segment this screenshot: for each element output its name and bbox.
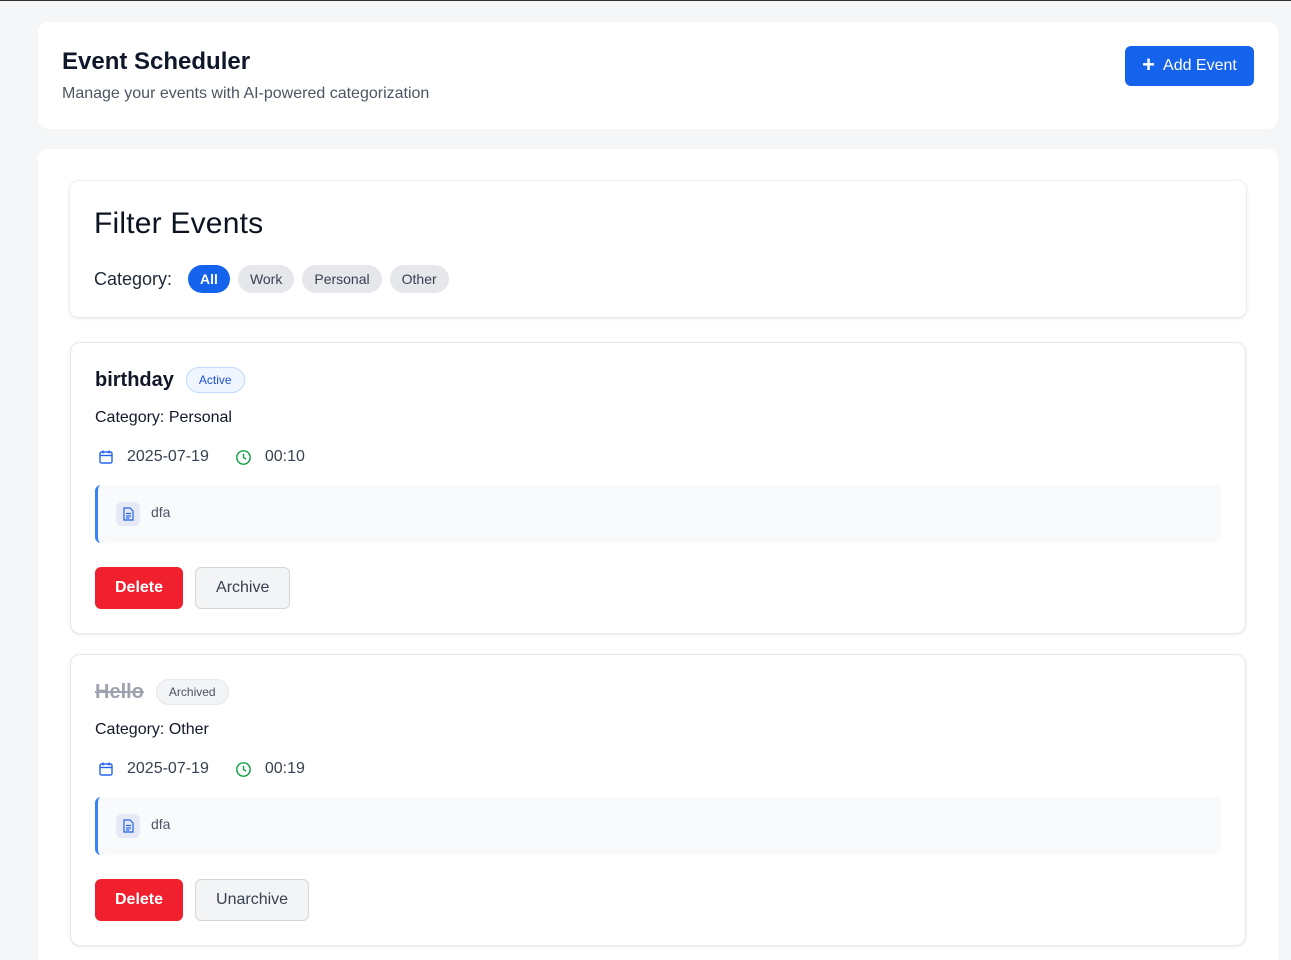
event-date: 2025-07-19 (127, 448, 209, 465)
event-description: dfa (95, 485, 1221, 543)
clock-icon (233, 446, 255, 468)
category-filter: Category: All Work Personal Other (94, 265, 457, 293)
status-badge: Active (185, 367, 245, 393)
clock-icon (233, 758, 255, 780)
chip-all[interactable]: All (188, 265, 230, 293)
calendar-icon (95, 446, 117, 468)
event-time: 00:10 (264, 448, 305, 465)
delete-button[interactable]: Delete (95, 879, 184, 921)
document-icon (116, 502, 140, 526)
event-title: birthday (95, 368, 174, 391)
document-icon (116, 814, 140, 838)
event-category: Category: Other (95, 721, 209, 738)
event-actions: Delete Unarchive (95, 879, 310, 921)
event-title: Hello (95, 680, 144, 703)
archive-button[interactable]: Archive (195, 567, 291, 609)
description-text: dfa (151, 816, 171, 832)
category-label: Category: (94, 268, 173, 289)
chip-other[interactable]: Other (389, 265, 449, 293)
event-time: 00:19 (264, 760, 305, 777)
event-header: birthday Active (95, 367, 245, 393)
event-category: Category: Personal (95, 409, 232, 426)
plus-icon: + (1142, 52, 1156, 77)
chip-work[interactable]: Work (237, 265, 295, 293)
app-subtitle: Manage your events with AI-powered categ… (62, 85, 430, 102)
filter-title: Filter Events (94, 207, 264, 240)
event-date: 2025-07-19 (127, 760, 209, 777)
unarchive-button[interactable]: Unarchive (195, 879, 310, 921)
description-text: dfa (151, 504, 171, 520)
event-description: dfa (95, 797, 1221, 855)
events-panel: Filter Events Category: All Work Persona… (38, 149, 1278, 960)
event-meta: 2025-07-19 00:10 (95, 446, 305, 468)
calendar-icon (95, 758, 117, 780)
chip-personal[interactable]: Personal (302, 265, 382, 293)
status-badge: Archived (155, 679, 229, 705)
delete-button[interactable]: Delete (95, 567, 184, 609)
filter-card: Filter Events Category: All Work Persona… (70, 181, 1246, 317)
event-header: Hello Archived (95, 679, 229, 705)
app-title: Event Scheduler (62, 48, 251, 75)
event-meta: 2025-07-19 00:19 (95, 758, 305, 780)
add-event-button[interactable]: + Add Event (1125, 46, 1254, 86)
event-actions: Delete Archive (95, 567, 291, 609)
header-card: Event Scheduler Manage your events with … (38, 22, 1278, 129)
event-card: birthday Active Category: Personal 2025-… (70, 342, 1246, 634)
add-event-label: Add Event (1163, 57, 1237, 74)
event-card: Hello Archived Category: Other 2025-07-1… (70, 654, 1246, 946)
